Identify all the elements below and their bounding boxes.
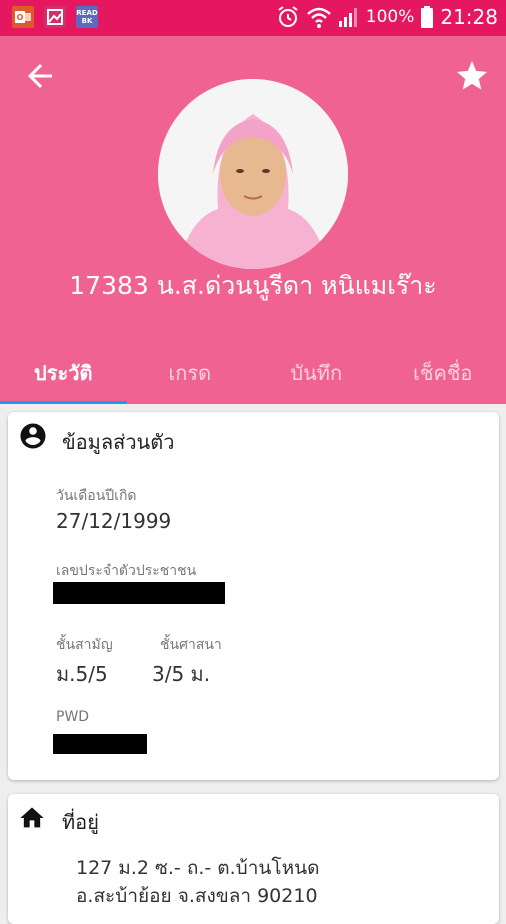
gallery-icon [44,6,66,28]
personal-info-title: ข้อมูลส่วนตัว [62,426,174,458]
home-icon [18,804,46,832]
tab-attendance[interactable]: เช็คชื่อ [380,356,506,404]
star-icon [454,58,490,94]
signal-icon [338,5,360,29]
tab-notes[interactable]: บันทึก [253,356,380,404]
battery-percent: 100% [366,7,415,27]
clock: 21:28 [440,5,498,29]
arrow-back-icon [22,58,58,94]
tab-history[interactable]: ประวัติ [0,356,127,404]
tab-grades[interactable]: เกรด [127,356,254,404]
status-bar: O READ BK 100% 21:28 [0,0,506,36]
profile-tabs: ประวัติ เกรด บันทึก เช็คชื่อ [0,356,506,404]
notification-icons: O READ BK [12,6,98,28]
grade-value: ม.5/5 [56,658,108,690]
address-line-2: อ.สะบ้าย้อย จ.สงขลา 90210 [76,882,319,910]
office-icon: O [12,6,34,28]
battery-icon [420,5,434,29]
read-app-icon: READ BK [76,6,98,28]
tab-indicator [0,401,127,404]
student-name: 17383 น.ส.ด่วนนูรีดา หนิแมเร๊าะ [0,266,506,306]
student-photo [158,79,348,269]
pwd-redacted [53,734,147,754]
favorite-button[interactable] [454,58,490,94]
address-title: ที่อยู่ [62,806,99,838]
alarm-icon [276,5,300,29]
back-button[interactable] [22,58,58,94]
dob-label: วันเดือนปีเกิด [56,485,137,507]
address-card: ที่อยู่ 127 ม.2 ซ.- ถ.- ต.บ้านโหนด อ.สะบ… [8,794,499,924]
religious-grade-value: 3/5 ม. [152,658,210,690]
account-circle-icon [18,421,48,451]
wifi-icon [306,5,332,29]
national-id-label: เลขประจำตัวประชาชน [56,560,196,582]
address-line-1: 127 ม.2 ซ.- ถ.- ต.บ้านโหนด [76,854,319,882]
personal-info-card: ข้อมูลส่วนตัว วันเดือนปีเกิด 27/12/1999 … [8,412,499,780]
dob-value: 27/12/1999 [56,509,171,533]
profile-header: 17383 น.ส.ด่วนนูรีดา หนิแมเร๊าะ ประวัติ … [0,36,506,404]
pwd-label: PWD [56,709,89,725]
grade-label: ชั้นสามัญ [56,634,113,656]
svg-text:O: O [17,13,24,22]
system-status: 100% 21:28 [276,5,498,29]
national-id-redacted [53,582,225,604]
religious-grade-label: ชั้นศาสนา [160,634,222,656]
address-text: 127 ม.2 ซ.- ถ.- ต.บ้านโหนด อ.สะบ้าย้อย จ… [76,854,319,910]
